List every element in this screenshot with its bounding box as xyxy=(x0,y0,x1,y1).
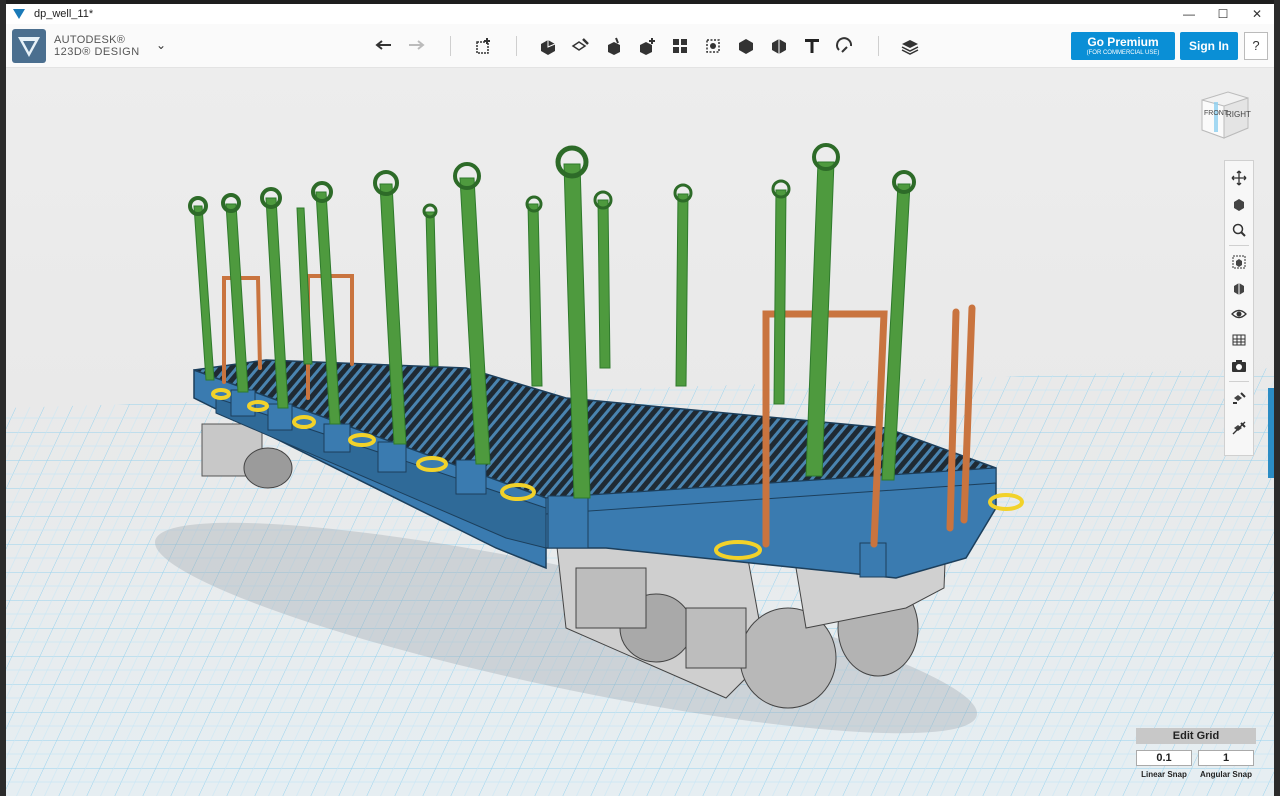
material-tool-icon[interactable] xyxy=(1228,387,1250,409)
help-button[interactable]: ? xyxy=(1244,32,1268,60)
title-bar: dp_well_11* — ☐ ✕ xyxy=(6,0,1274,24)
toolbar-separator xyxy=(450,36,451,56)
sign-in-button[interactable]: Sign In xyxy=(1180,32,1238,60)
nav-separator xyxy=(1229,245,1249,246)
view-cube[interactable]: FRONT RIGHT xyxy=(1198,88,1251,140)
materials-cube-icon[interactable] xyxy=(767,34,791,58)
panel-toggle-handle[interactable] xyxy=(1268,388,1274,478)
visibility-eye-icon[interactable] xyxy=(1228,303,1250,325)
pan-icon[interactable] xyxy=(1228,167,1250,189)
text-icon[interactable] xyxy=(800,34,824,58)
redo-icon[interactable] xyxy=(404,34,428,58)
perspective-icon[interactable] xyxy=(1228,277,1250,299)
toolbar-separator xyxy=(516,36,517,56)
window-controls: — ☐ ✕ xyxy=(1172,4,1274,24)
navigation-bar xyxy=(1224,160,1254,456)
app-logo[interactable]: AUTODESK® 123D® DESIGN xyxy=(12,29,140,63)
grid-toggle-icon[interactable] xyxy=(1228,329,1250,351)
app-window: dp_well_11* — ☐ ✕ AUTODESK® 123D® DESIGN… xyxy=(6,0,1274,796)
maximize-button[interactable]: ☐ xyxy=(1206,4,1240,24)
snap-icon[interactable] xyxy=(833,34,857,58)
fit-view-icon[interactable] xyxy=(1228,251,1250,273)
app-menu-chevron-icon[interactable]: ⌄ xyxy=(156,38,166,52)
premium-sub-label: (FOR COMMERCIAL USE) xyxy=(1086,50,1160,56)
window-title: dp_well_11* xyxy=(34,8,94,20)
premium-label: Go Premium xyxy=(1087,35,1159,49)
undo-icon[interactable] xyxy=(372,34,396,58)
layers-icon[interactable] xyxy=(898,34,922,58)
hide-material-icon[interactable] xyxy=(1228,417,1250,439)
close-button[interactable]: ✕ xyxy=(1240,4,1274,24)
app-icon xyxy=(13,9,25,19)
linear-snap-label: Linear Snap xyxy=(1141,770,1187,779)
3d-viewport[interactable]: FRONT RIGHT Edit Grid 0.1 1 Linear Snap … xyxy=(6,68,1274,796)
edit-grid-button[interactable]: Edit Grid xyxy=(1136,728,1256,744)
modify-icon[interactable] xyxy=(602,34,626,58)
nav-separator xyxy=(1229,381,1249,382)
zoom-icon[interactable] xyxy=(1228,219,1250,241)
camera-icon[interactable] xyxy=(1228,355,1250,377)
angular-snap-input[interactable]: 1 xyxy=(1198,750,1254,766)
construct-icon[interactable] xyxy=(569,34,593,58)
orbit-icon[interactable] xyxy=(1228,193,1250,215)
sketch-icon[interactable] xyxy=(536,34,560,58)
primitives-icon[interactable] xyxy=(472,34,496,58)
brand-line1: AUTODESK® xyxy=(54,34,126,46)
brand-line2: 123D® DESIGN xyxy=(54,46,140,58)
scene-canvas xyxy=(6,143,1274,796)
main-toolbar: AUTODESK® 123D® DESIGN ⌄ Go Premium (FOR… xyxy=(6,24,1274,68)
combine-icon[interactable] xyxy=(701,34,725,58)
viewcube-right-label: RIGHT xyxy=(1226,110,1251,119)
linear-snap-input[interactable]: 0.1 xyxy=(1136,750,1192,766)
angular-snap-label: Angular Snap xyxy=(1199,770,1252,779)
toolbar-separator xyxy=(878,36,879,56)
pattern-icon[interactable] xyxy=(635,34,659,58)
edit-grid-panel: Edit Grid 0.1 1 Linear Snap Angular Snap xyxy=(1136,728,1258,788)
measure-icon[interactable] xyxy=(734,34,758,58)
go-premium-button[interactable]: Go Premium (FOR COMMERCIAL USE) xyxy=(1071,32,1175,60)
autodesk-logo-icon xyxy=(12,29,46,63)
viewcube-front-label: FRONT xyxy=(1204,110,1229,117)
minimize-button[interactable]: — xyxy=(1172,4,1206,24)
group-icon[interactable] xyxy=(668,34,692,58)
